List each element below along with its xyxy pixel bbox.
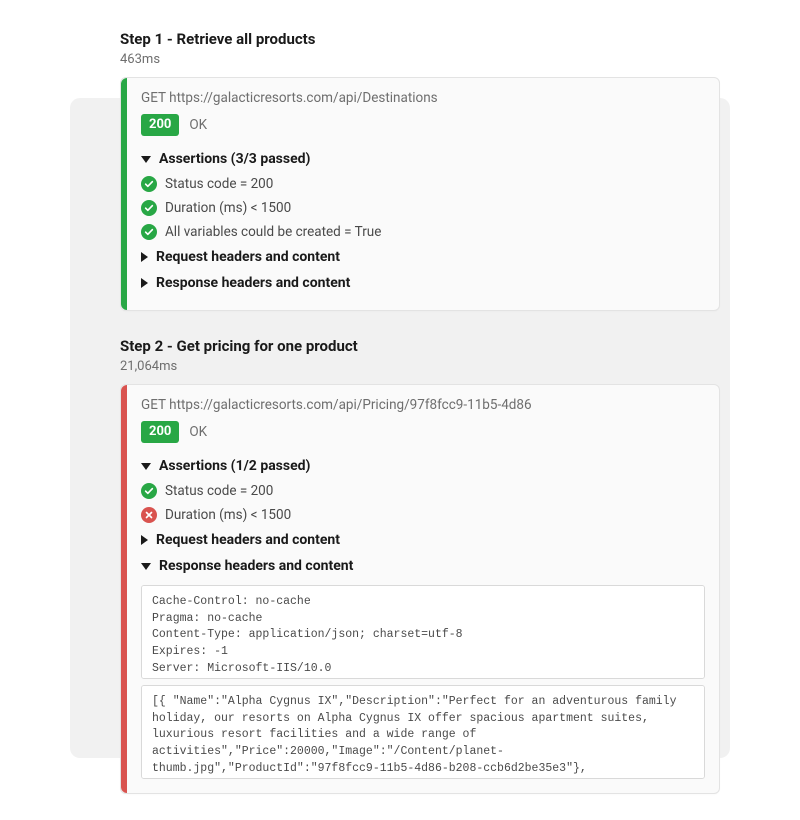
step-header: Step 2 - Get pricing for one product 21,0… (120, 337, 720, 374)
assertions-label: Assertions (1/2 passed) (159, 458, 310, 474)
assertion-row: Duration (ms) < 1500 (141, 503, 705, 527)
disclosure-down-icon (141, 463, 151, 470)
step-title: Step 1 - Retrieve all products (120, 30, 720, 48)
response-headers-label: Response headers and content (159, 558, 353, 574)
request-line: GET https://galacticresorts.com/api/Pric… (141, 397, 705, 413)
response-body-box[interactable]: [{ "Name":"Alpha Cygnus IX","Description… (141, 685, 705, 779)
step-card: GET https://galacticresorts.com/api/Pric… (120, 384, 720, 794)
request-headers-toggle[interactable]: Request headers and content (141, 244, 705, 270)
status-text: OK (189, 424, 207, 440)
step-duration: 463ms (120, 52, 720, 67)
step-duration: 21,064ms (120, 359, 720, 374)
assertion-row: Status code = 200 (141, 172, 705, 196)
pass-icon (141, 483, 157, 499)
assertion-row: Duration (ms) < 1500 (141, 196, 705, 220)
assertions-toggle[interactable]: Assertions (1/2 passed) (141, 453, 705, 479)
disclosure-right-icon (141, 535, 148, 545)
assertion-text: Duration (ms) < 1500 (165, 507, 291, 523)
status-code-pill: 200 (141, 114, 179, 136)
assertion-text: Status code = 200 (165, 176, 273, 192)
assertion-text: Status code = 200 (165, 483, 273, 499)
response-headers-box[interactable]: Cache-Control: no-cache Pragma: no-cache… (141, 585, 705, 679)
assertion-text: Duration (ms) < 1500 (165, 200, 291, 216)
response-headers-toggle[interactable]: Response headers and content (141, 270, 705, 296)
request-line: GET https://galacticresorts.com/api/Dest… (141, 90, 705, 106)
status-row: 200 OK (141, 421, 705, 443)
request-headers-toggle[interactable]: Request headers and content (141, 527, 705, 553)
assertions-label: Assertions (3/3 passed) (159, 151, 310, 167)
disclosure-right-icon (141, 278, 148, 288)
assertion-text: All variables could be created = True (165, 224, 381, 240)
request-headers-label: Request headers and content (156, 249, 340, 265)
assertion-row: Status code = 200 (141, 479, 705, 503)
status-text: OK (189, 117, 207, 133)
status-row: 200 OK (141, 114, 705, 136)
fail-icon (141, 507, 157, 523)
assertions-toggle[interactable]: Assertions (3/3 passed) (141, 146, 705, 172)
disclosure-down-icon (141, 563, 151, 570)
step-card: GET https://galacticresorts.com/api/Dest… (120, 77, 720, 311)
pass-icon (141, 176, 157, 192)
status-accent-bar (121, 78, 127, 310)
assertion-row: All variables could be created = True (141, 220, 705, 244)
response-headers-toggle[interactable]: Response headers and content (141, 553, 705, 579)
disclosure-down-icon (141, 156, 151, 163)
step-title: Step 2 - Get pricing for one product (120, 337, 720, 355)
pass-icon (141, 200, 157, 216)
step-header: Step 1 - Retrieve all products 463ms (120, 30, 720, 67)
request-headers-label: Request headers and content (156, 532, 340, 548)
disclosure-right-icon (141, 252, 148, 262)
status-code-pill: 200 (141, 421, 179, 443)
status-accent-bar (121, 385, 127, 793)
response-headers-label: Response headers and content (156, 275, 350, 291)
pass-icon (141, 224, 157, 240)
